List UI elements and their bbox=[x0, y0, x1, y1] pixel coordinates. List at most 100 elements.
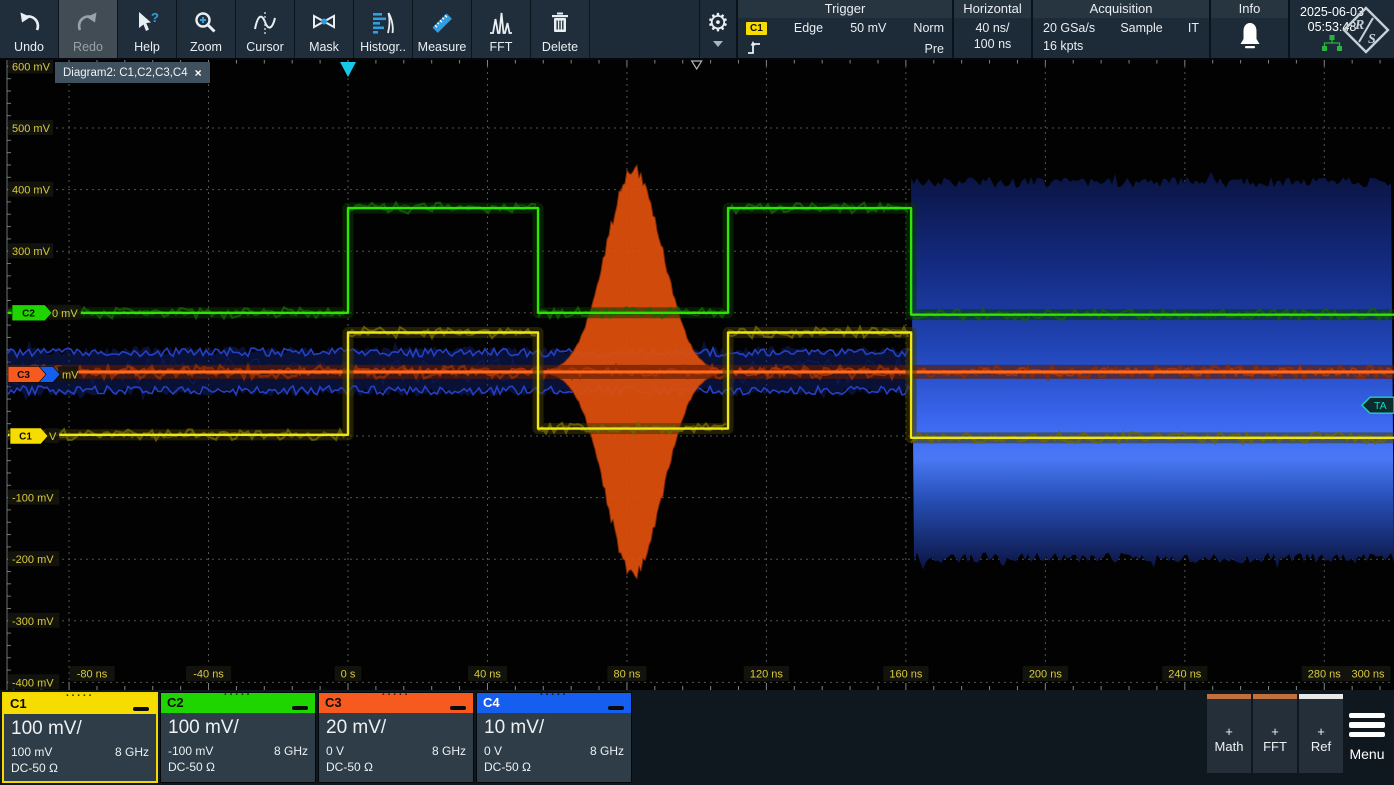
add-ref-button[interactable]: + Ref bbox=[1299, 694, 1343, 773]
x-axis-label: -80 ns bbox=[77, 669, 108, 681]
trigger-level-tag-label: TA bbox=[1374, 400, 1387, 412]
trigger-level: 50 mV bbox=[850, 21, 886, 35]
trash-icon bbox=[547, 6, 573, 40]
chevron-down-icon bbox=[713, 41, 723, 47]
y-axis-label: 400 mV bbox=[12, 185, 51, 197]
channel-offset: -100 mV bbox=[168, 744, 213, 758]
add-math-button[interactable]: + Math bbox=[1207, 694, 1251, 773]
mask-icon bbox=[311, 6, 337, 40]
drag-handle-dots[interactable]: ····· bbox=[4, 690, 156, 702]
fft-color-bar bbox=[1253, 694, 1297, 699]
acquisition-section[interactable]: Acquisition 20 GSa/s Sample IT 16 kpts bbox=[1033, 0, 1211, 58]
channel-marker-label: C1 bbox=[19, 432, 32, 443]
rising-edge-icon bbox=[746, 39, 762, 59]
channel-badge-c4[interactable]: C4····· 10 mV/ 0 V8 GHz DC-50 Ω bbox=[476, 692, 632, 783]
trigger-source-badge: C1 bbox=[746, 22, 767, 35]
channel-scale: 20 mV/ bbox=[326, 717, 466, 739]
channel-badge-c2[interactable]: C2····· 100 mV/ -100 mV8 GHz DC-50 Ω bbox=[160, 692, 316, 783]
channel-bandwidth: 8 GHz bbox=[590, 744, 624, 758]
undo-icon bbox=[16, 6, 42, 40]
diagram-tab[interactable]: Diagram2: C1,C2,C3,C4 × bbox=[55, 62, 210, 83]
info-header: Info bbox=[1211, 0, 1288, 18]
channel-coupling: DC-50 Ω bbox=[168, 760, 308, 774]
interpolation-mode: IT bbox=[1188, 21, 1199, 35]
delete-button[interactable]: Delete bbox=[531, 0, 590, 58]
channel-badge-c3[interactable]: C3····· 20 mV/ 0 V8 GHz DC-50 Ω bbox=[318, 692, 474, 783]
info-section[interactable]: Info bbox=[1211, 0, 1290, 58]
toolbar-spacer bbox=[590, 0, 700, 58]
y-axis-label: -400 mV bbox=[12, 677, 54, 689]
sample-rate: 20 GSa/s bbox=[1043, 21, 1095, 35]
fft-icon bbox=[488, 6, 514, 40]
fft-button[interactable]: FFT bbox=[472, 0, 531, 58]
drag-handle-dots[interactable]: ····· bbox=[161, 689, 315, 701]
redo-button[interactable]: Redo bbox=[59, 0, 118, 58]
reference-point-marker[interactable] bbox=[692, 61, 702, 69]
trigger-type: Edge bbox=[794, 21, 823, 35]
channel-badge-c1[interactable]: C1····· 100 mV/ 100 mV8 GHz DC-50 Ω bbox=[2, 692, 158, 783]
x-axis-label: 160 ns bbox=[889, 669, 923, 681]
help-cursor-icon: ? bbox=[134, 6, 160, 40]
trigger-position-mode: Pre bbox=[925, 42, 944, 56]
minimize-button[interactable] bbox=[450, 706, 466, 710]
minimize-button[interactable] bbox=[133, 707, 149, 711]
channel-bandwidth: 8 GHz bbox=[432, 744, 466, 758]
zoom-icon bbox=[193, 6, 219, 40]
trigger-section[interactable]: Trigger C1 Edge 50 mV Norm Pre bbox=[738, 0, 954, 58]
x-axis-label: 240 ns bbox=[1168, 669, 1202, 681]
y-axis-label: 300 mV bbox=[12, 246, 51, 258]
minimize-button[interactable] bbox=[292, 706, 308, 710]
x-axis-label: 80 ns bbox=[613, 669, 640, 681]
menu-button[interactable]: Menu bbox=[1342, 690, 1392, 785]
waveform-canvas[interactable]: 600 mV500 mV400 mV300 mV-100 mV-200 mV-3… bbox=[0, 60, 1394, 690]
trigger-position-marker[interactable] bbox=[340, 62, 356, 77]
waveform-diagram[interactable]: 600 mV500 mV400 mV300 mV-100 mV-200 mV-3… bbox=[0, 60, 1394, 690]
undo-button[interactable]: Undo bbox=[0, 0, 59, 58]
math-color-bar bbox=[1207, 694, 1251, 699]
svg-text:R: R bbox=[1354, 18, 1364, 33]
x-axis-label: 300 ns bbox=[1351, 669, 1385, 681]
mask-button[interactable]: Mask bbox=[295, 0, 354, 58]
oscilloscope-screen: Undo Redo ? Help Zoom Cursor Mask bbox=[0, 0, 1394, 785]
trigger-mode: Norm bbox=[913, 21, 944, 35]
minimize-button[interactable] bbox=[608, 706, 624, 710]
add-fft-button[interactable]: + FFT bbox=[1253, 694, 1297, 773]
channel-bandwidth: 8 GHz bbox=[274, 744, 308, 758]
y-axis-label-partial: V bbox=[49, 431, 57, 443]
bell-icon bbox=[1236, 20, 1264, 57]
top-toolbar: Undo Redo ? Help Zoom Cursor Mask bbox=[0, 0, 1394, 60]
measure-button[interactable]: Measure bbox=[413, 0, 472, 58]
x-axis-label: -40 ns bbox=[193, 669, 224, 681]
help-button[interactable]: ? Help bbox=[118, 0, 177, 58]
drag-handle-dots[interactable]: ····· bbox=[477, 689, 631, 701]
channel-offset: 0 V bbox=[484, 744, 502, 758]
channel-marker-label: C3 bbox=[17, 370, 30, 381]
measure-ruler-icon bbox=[429, 6, 455, 40]
gear-icon: ⚙ bbox=[707, 11, 729, 35]
y-axis-label: 500 mV bbox=[12, 123, 51, 135]
settings-gear-button[interactable]: ⚙ bbox=[700, 0, 738, 58]
y-axis-label: -100 mV bbox=[12, 493, 54, 505]
x-axis-label: 200 ns bbox=[1029, 669, 1063, 681]
cursor-button[interactable]: Cursor bbox=[236, 0, 295, 58]
redo-icon bbox=[75, 6, 101, 40]
clock-section: 2025-06-03 05:53:48 RS bbox=[1290, 0, 1394, 58]
zoom-button[interactable]: Zoom bbox=[177, 0, 236, 58]
acquisition-mode: Sample bbox=[1120, 21, 1162, 35]
histogram-button[interactable]: Histogr.. bbox=[354, 0, 413, 58]
channel-coupling: DC-50 Ω bbox=[326, 760, 466, 774]
y-axis-label: -300 mV bbox=[12, 616, 54, 628]
trigger-header: Trigger bbox=[738, 0, 952, 18]
rohde-schwarz-logo: RS bbox=[1341, 5, 1391, 58]
cursor-icon bbox=[252, 6, 278, 40]
channel-scale: 10 mV/ bbox=[484, 717, 624, 739]
channel-offset: 0 V bbox=[326, 744, 344, 758]
channel-scale: 100 mV/ bbox=[168, 717, 308, 739]
close-icon[interactable]: × bbox=[195, 66, 202, 80]
svg-text:?: ? bbox=[151, 10, 159, 25]
horizontal-section[interactable]: Horizontal 40 ns/ 100 ns bbox=[954, 0, 1033, 58]
y-axis-label: 600 mV bbox=[12, 61, 51, 73]
channel-coupling: DC-50 Ω bbox=[484, 760, 624, 774]
drag-handle-dots[interactable]: ····· bbox=[319, 689, 473, 701]
y-axis-label-partial: 0 mV bbox=[52, 308, 78, 320]
